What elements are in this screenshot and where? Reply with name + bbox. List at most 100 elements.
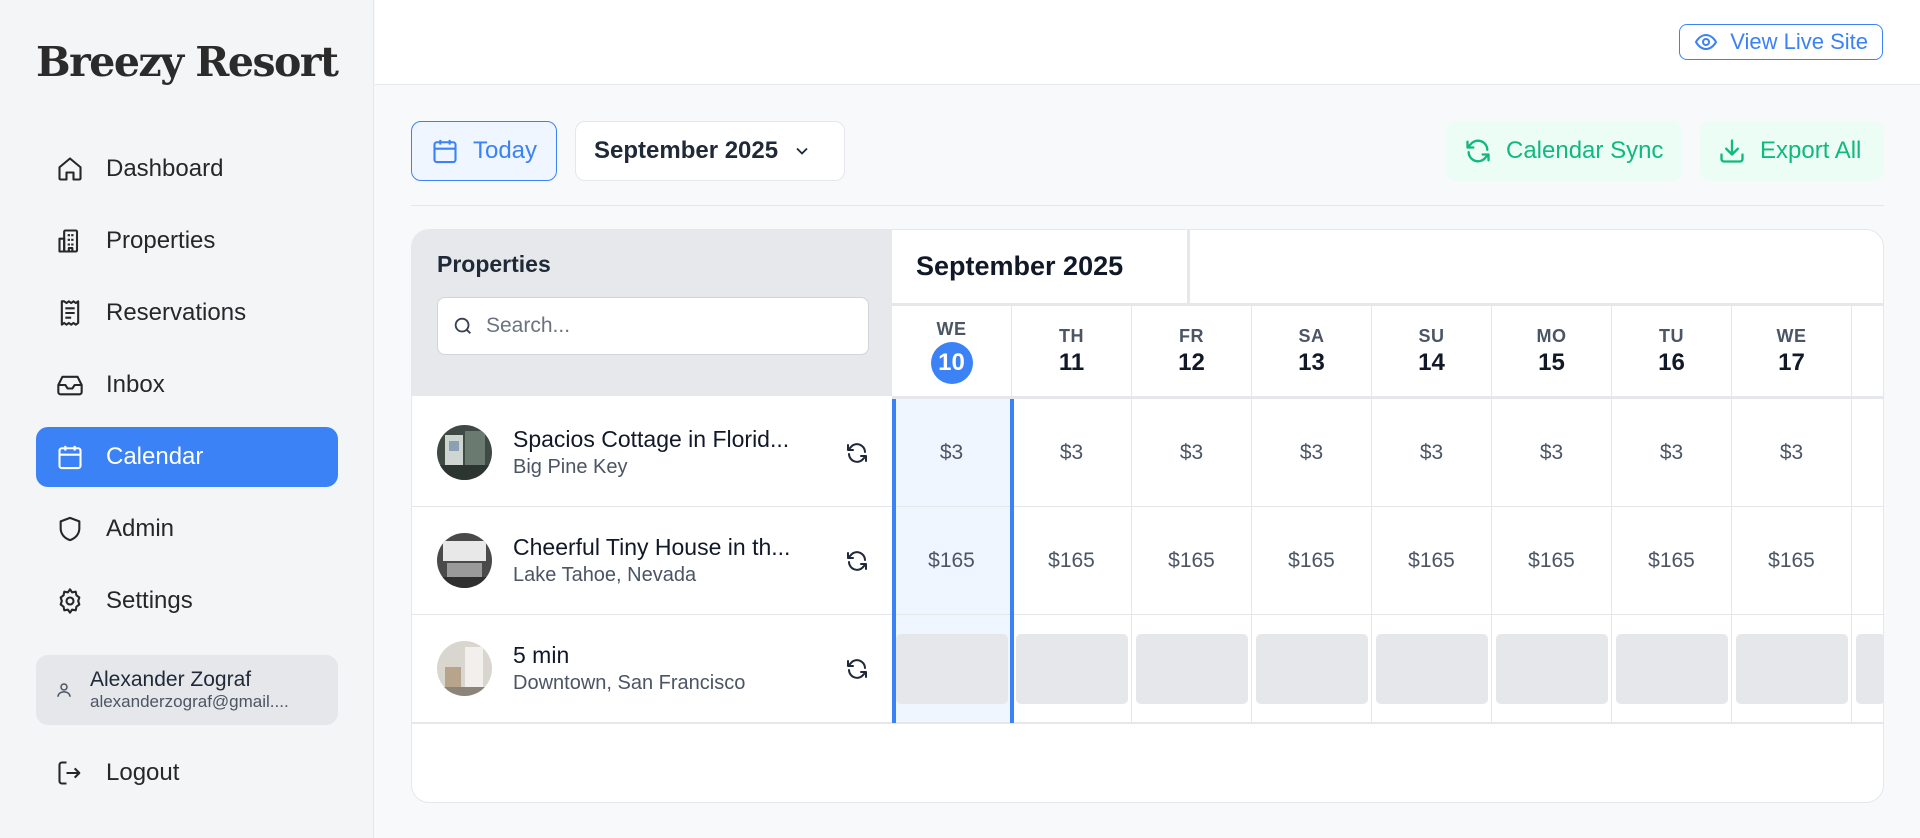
property-location: Big Pine Key <box>513 456 628 478</box>
building-icon <box>54 225 86 257</box>
user-email: alexanderzograf@gmail.... <box>90 692 289 711</box>
logout-label: Logout <box>106 759 180 786</box>
day-number: 14 <box>1418 348 1445 376</box>
unavailable-cell[interactable] <box>1732 615 1852 723</box>
unavailable-cell[interactable] <box>1612 615 1732 723</box>
price-cell[interactable]: $165 <box>1252 507 1372 615</box>
search-field[interactable] <box>437 297 869 355</box>
unavailable-cell[interactable] <box>892 615 1012 723</box>
price-cell[interactable]: $3 <box>1492 399 1612 507</box>
sidebar-item-dashboard[interactable]: Dashboard <box>36 139 338 199</box>
sidebar-item-label: Admin <box>106 515 175 542</box>
property-row[interactable]: Cheerful Tiny House in th... Lake Tahoe,… <box>412 507 892 615</box>
sidebar-item-label: Calendar <box>106 443 204 470</box>
price-cell[interactable]: $165 <box>1612 507 1732 615</box>
sidebar-item-calendar[interactable]: Calendar <box>36 427 338 487</box>
partial-cell <box>1852 399 1883 507</box>
unavailable-block <box>1015 633 1128 704</box>
refresh-icon[interactable] <box>845 549 869 573</box>
view-live-site-label: View Live Site <box>1730 29 1868 54</box>
sidebar-item-properties[interactable]: Properties <box>36 211 338 271</box>
day-header[interactable]: WE 10 <box>892 306 1012 396</box>
calendar-icon <box>54 441 86 473</box>
today-button[interactable]: Today <box>411 121 557 181</box>
month-select-value: September 2025 <box>594 137 779 164</box>
gear-icon <box>54 585 86 617</box>
day-header[interactable]: WE 17 <box>1732 306 1852 396</box>
eye-icon <box>1694 30 1718 54</box>
unavailable-cell[interactable] <box>1492 615 1612 723</box>
search-input[interactable] <box>486 314 866 338</box>
property-row[interactable]: 5 min Downtown, San Francisco <box>412 615 892 723</box>
day-of-week: SU <box>1418 325 1445 346</box>
refresh-icon[interactable] <box>845 657 869 681</box>
month-select[interactable]: September 2025 <box>575 121 845 181</box>
day-header[interactable]: TH 11 <box>1012 306 1132 396</box>
price-cell[interactable]: $3 <box>1252 399 1372 507</box>
home-icon <box>54 153 86 185</box>
day-header[interactable]: FR 12 <box>1132 306 1252 396</box>
price-cell[interactable]: $165 <box>1732 507 1852 615</box>
shield-icon <box>54 513 86 545</box>
today-label: Today <box>472 137 538 164</box>
properties-title: Properties <box>437 251 551 277</box>
price-cell[interactable]: $165 <box>892 507 1012 615</box>
sidebar-item-admin[interactable]: Admin <box>36 499 338 559</box>
day-number: 13 <box>1298 348 1325 376</box>
price-cell[interactable]: $3 <box>1612 399 1732 507</box>
refresh-icon <box>1464 137 1492 165</box>
price-cell[interactable]: $165 <box>1492 507 1612 615</box>
day-number: 16 <box>1658 348 1685 376</box>
sidebar-item-label: Settings <box>106 587 193 614</box>
refresh-icon[interactable] <box>845 441 869 465</box>
price-cell[interactable]: $3 <box>1372 399 1492 507</box>
sidebar-item-label: Reservations <box>106 299 247 326</box>
sidebar-item-reservations[interactable]: Reservations <box>36 283 338 343</box>
calendar-panel: Properties September 2025 WE 10 TH 11 FR… <box>411 229 1884 803</box>
day-of-week: TU <box>1659 325 1684 346</box>
user-name: Alexander Zograf <box>90 668 252 691</box>
day-of-week: MO <box>1536 325 1567 346</box>
unavailable-block <box>1615 633 1728 704</box>
topbar: View Live Site <box>375 0 1920 85</box>
day-header[interactable]: SU 14 <box>1372 306 1492 396</box>
sidebar-item-inbox[interactable]: Inbox <box>36 355 338 415</box>
day-header[interactable]: SA 13 <box>1252 306 1372 396</box>
user-card[interactable]: Alexander Zograf alexanderzograf@gmail..… <box>36 655 338 725</box>
logout-icon <box>54 757 86 789</box>
day-number: 15 <box>1538 348 1565 376</box>
day-number: 17 <box>1778 348 1805 376</box>
sidebar-item-settings[interactable]: Settings <box>36 571 338 631</box>
calendar-icon <box>431 137 459 165</box>
brand-logo: Breezy Resort <box>36 38 339 86</box>
price-cell[interactable]: $3 <box>1732 399 1852 507</box>
price-cell[interactable]: $3 <box>1132 399 1252 507</box>
view-live-site-button[interactable]: View Live Site <box>1679 24 1883 60</box>
sidebar-item-label: Properties <box>106 227 216 254</box>
unavailable-cell[interactable] <box>1252 615 1372 723</box>
price-cell[interactable]: $3 <box>892 399 1012 507</box>
today-column-border <box>892 399 896 724</box>
day-header[interactable]: TU 16 <box>1612 306 1732 396</box>
unavailable-cell[interactable] <box>1372 615 1492 723</box>
unavailable-cell[interactable] <box>1012 615 1132 723</box>
receipt-icon <box>54 297 86 329</box>
calendar-sync-button[interactable]: Calendar Sync <box>1446 121 1682 181</box>
day-of-week: FR <box>1179 325 1204 346</box>
price-cell[interactable]: $165 <box>1132 507 1252 615</box>
unavailable-block <box>1856 633 1883 704</box>
properties-header: Properties <box>412 230 892 396</box>
price-cell[interactable]: $3 <box>1012 399 1132 507</box>
unavailable-cell[interactable] <box>1132 615 1252 723</box>
property-row[interactable]: Spacios Cottage in Florid... Big Pine Ke… <box>412 399 892 507</box>
logout-button[interactable]: Logout <box>36 743 338 803</box>
export-all-button[interactable]: Export All <box>1700 121 1884 181</box>
user-icon <box>54 681 74 699</box>
price-cell[interactable]: $165 <box>1372 507 1492 615</box>
property-location: Lake Tahoe, Nevada <box>513 564 697 586</box>
price-cell[interactable]: $165 <box>1012 507 1132 615</box>
day-of-week: SA <box>1298 325 1325 346</box>
day-header[interactable]: MO 15 <box>1492 306 1612 396</box>
today-date-badge: 10 <box>930 341 973 384</box>
divider <box>412 723 1883 724</box>
